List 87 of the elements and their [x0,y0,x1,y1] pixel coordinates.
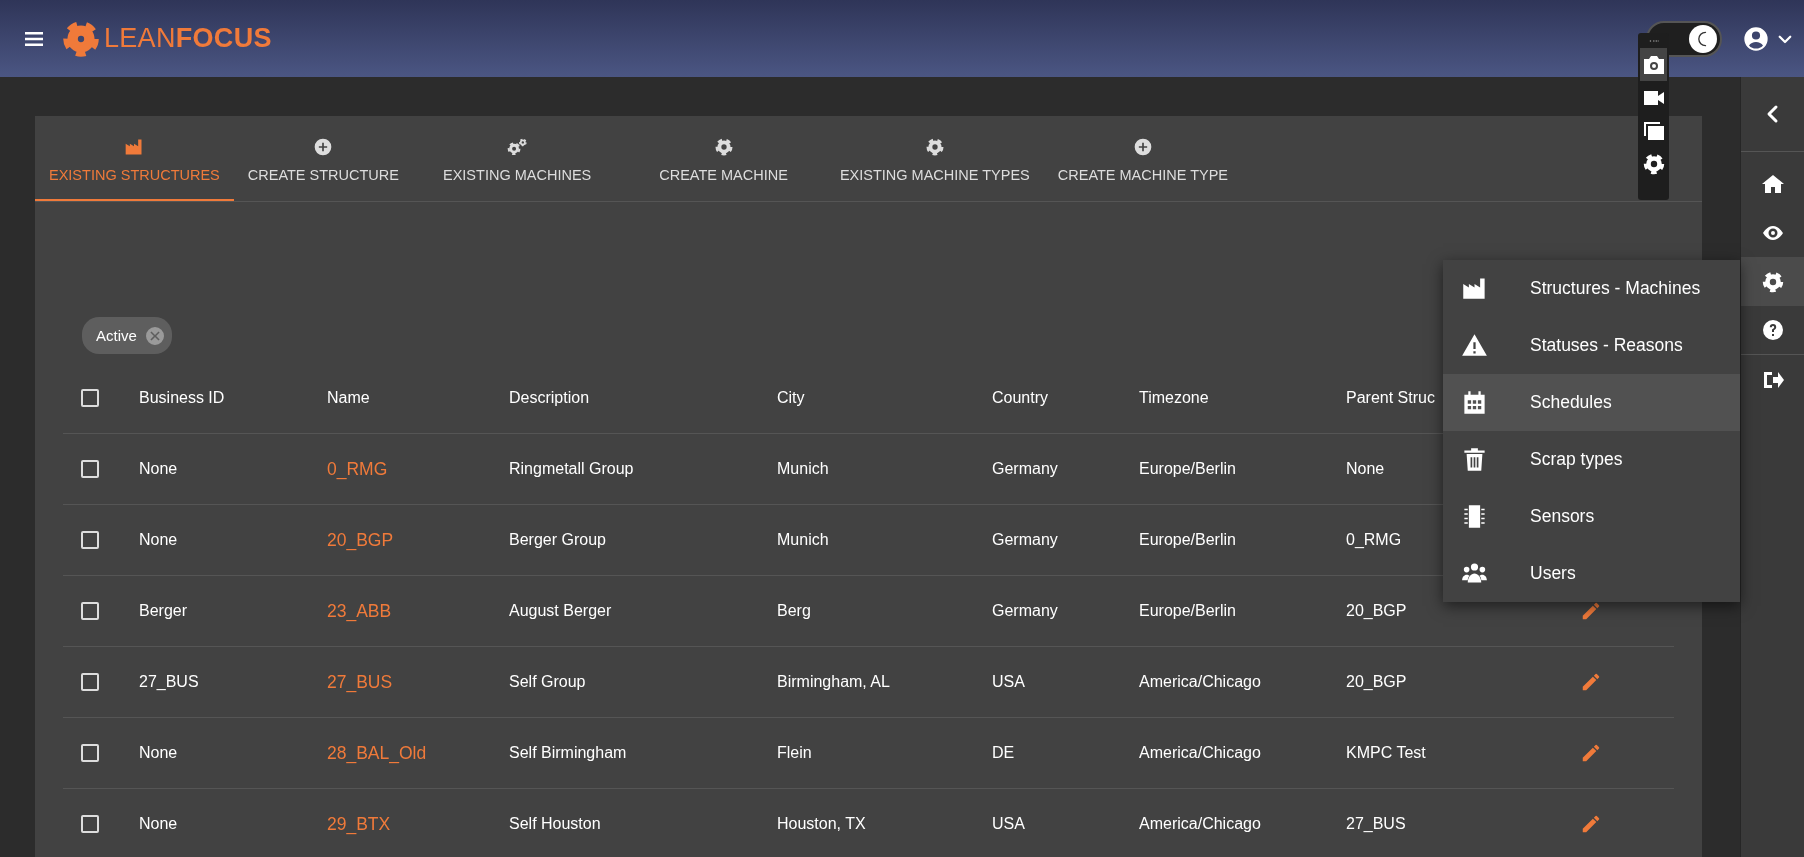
menu-item[interactable]: Sensors [1443,488,1740,545]
table-cell-text: Munich [777,460,830,478]
table-cell-text: Europe/Berlin [1139,460,1237,478]
name-link[interactable]: 0_RMG [327,458,509,480]
help-icon [1760,318,1785,342]
table-cell-text: August Berger [509,602,613,620]
column-header[interactable]: Description [509,389,777,407]
table-cell-text: 27_BUS [1346,815,1407,833]
name-link[interactable]: 20_BGP [327,529,509,551]
table-cell-text: KMPC Test [1346,744,1427,762]
table-cell-text: Ringmetall Group [509,460,635,478]
menu-item[interactable]: Structures - Machines [1443,260,1740,317]
calendar-icon [1461,389,1488,416]
chip-icon [1461,503,1488,530]
menu-item[interactable]: Schedules [1443,374,1740,431]
tab[interactable]: CREATE STRUCTURE [233,116,413,201]
table-cell-text: DE [992,744,1016,762]
table-cell-text: None [139,460,179,478]
filter-chip[interactable]: Active [82,317,172,354]
tab[interactable]: EXISTING STRUCTURES [35,116,234,201]
table-cell-text: None [139,815,179,833]
settings-icon [1760,269,1785,294]
name-link[interactable]: 28_BAL_Old [327,742,509,764]
capture-tool[interactable] [1640,48,1667,81]
table-cell-text: Self Group [509,673,587,691]
table-cell-text: Germany [992,602,1059,620]
table-cell-text: Birmingham, AL [777,673,891,691]
gear-icon [924,136,945,157]
table-cell-text: 27_BUS [139,673,200,691]
column-header[interactable]: Business ID [139,389,327,407]
table-cell-text: 20_BGP [1346,602,1408,620]
table-cell-text: Berger [139,602,189,620]
gears-icon [507,136,528,157]
table-cell-text: None [139,531,179,549]
table-cell-text: Europe/Berlin [1139,602,1237,620]
tab[interactable]: CREATE MACHINE TYPE [1043,116,1243,201]
table-cell-text: None [139,744,179,762]
column-header[interactable]: Timezone [1139,389,1346,407]
name-link[interactable]: 29_BTX [327,813,509,835]
table-cell-text: 0_RMG [1346,531,1403,549]
table-cell-text: America/Chicago [1139,744,1262,762]
table-cell-text: Houston, TX [777,815,867,833]
edit-icon[interactable] [1580,600,1602,622]
row-checkbox[interactable] [81,673,99,691]
table-cell-text: Germany [992,531,1059,549]
table-cell-text: America/Chicago [1139,673,1262,691]
tab[interactable]: EXISTING MACHINE TYPES [825,116,1044,201]
logo-text: LEANFOCUS [104,23,272,54]
table-cell-text: Flein [777,744,813,762]
table-cell-text: Self Birmingham [509,744,628,762]
menu-item[interactable]: Statuses - Reasons [1443,317,1740,374]
table-cell-text: Munich [777,531,830,549]
column-header[interactable]: Country [992,389,1139,407]
trash-icon [1461,446,1488,473]
table-cell-text: 20_BGP [1346,673,1408,691]
table-cell-text: Germany [992,460,1059,478]
column-header[interactable]: Name [327,389,509,407]
menu-item[interactable]: Users [1443,545,1740,602]
row-checkbox[interactable] [81,531,99,549]
factory-icon [1461,275,1488,302]
row-checkbox[interactable] [81,815,99,833]
table-cell-text: Europe/Berlin [1139,531,1237,549]
user-avatar-icon[interactable] [1742,24,1770,53]
edit-icon[interactable] [1580,742,1602,764]
row-checkbox[interactable] [81,460,99,478]
select-all-checkbox[interactable] [81,389,99,407]
logo-icon [62,19,100,58]
tab[interactable]: CREATE MACHINE [621,116,826,201]
name-link[interactable]: 27_BUS [327,671,509,693]
row-checkbox[interactable] [81,602,99,620]
sidebar-item[interactable] [1741,257,1804,306]
table-cell-text: USA [992,815,1026,833]
settings-icon [1641,151,1666,176]
table-cell-text: Berg [777,602,812,620]
tab[interactable]: EXISTING MACHINES [413,116,622,201]
table-cell-text: Berger Group [509,531,607,549]
table-cell-text: USA [992,673,1026,691]
table-cell-text: Self Houston [509,815,602,833]
column-header[interactable]: City [777,389,992,407]
table-cell-text: America/Chicago [1139,815,1262,833]
row-checkbox[interactable] [81,744,99,762]
name-link[interactable]: 23_ABB [327,600,509,622]
edit-icon[interactable] [1580,813,1602,835]
gear-icon [713,136,734,157]
menu-item[interactable]: Scrap types [1443,431,1740,488]
warning-icon [1461,332,1488,359]
edit-icon[interactable] [1580,671,1602,693]
